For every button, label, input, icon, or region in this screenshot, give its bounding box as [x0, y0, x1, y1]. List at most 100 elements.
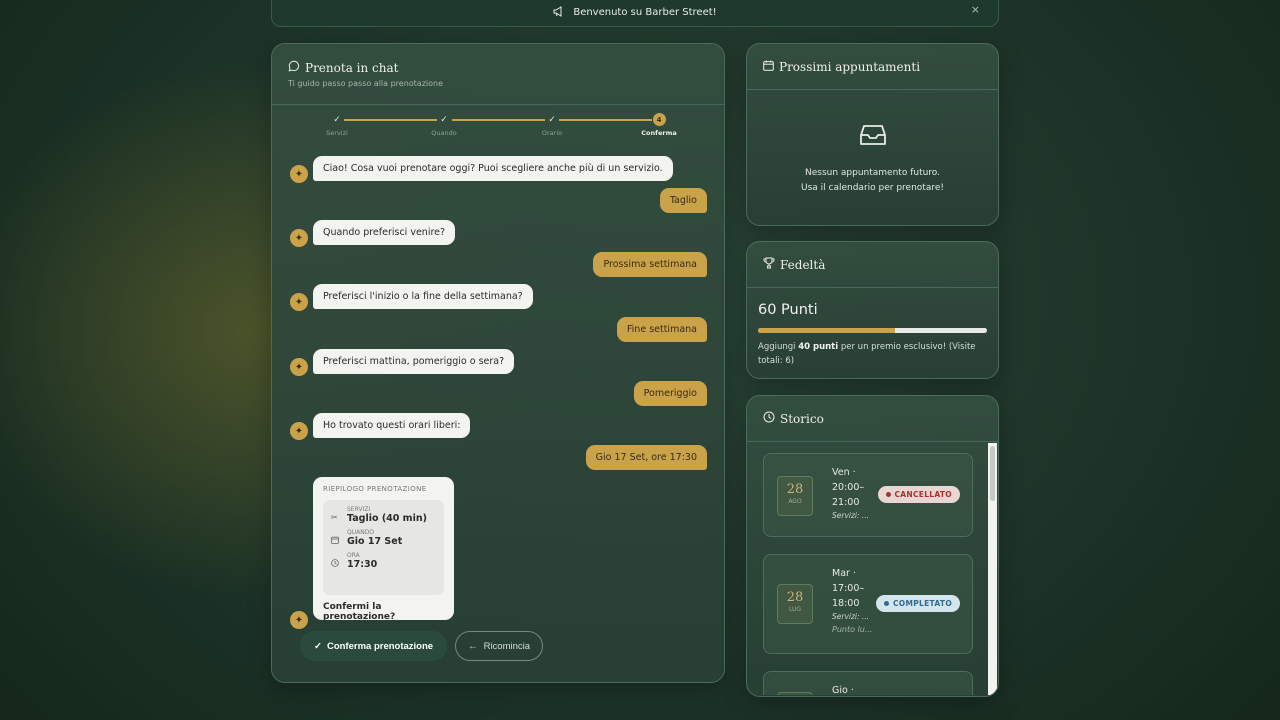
history-services: Servizi: ... — [832, 511, 870, 520]
loyalty-text-part: Aggiungi — [758, 342, 799, 352]
history-panel: Storico 28 AGO Ven · 20:00– 21:00 Serviz… — [746, 395, 999, 697]
restart-button[interactable]: ← Ricomincia — [455, 631, 544, 661]
scissors-icon: ✂ — [331, 513, 338, 522]
assistant-sparkle-icon: ✦ — [290, 229, 308, 247]
empty-line: Usa il calendario per prenotare! — [801, 183, 944, 193]
calendar-icon — [763, 60, 774, 74]
history-item[interactable]: Gio · — [763, 671, 973, 695]
arrow-left-icon: ← — [468, 640, 478, 652]
scrollbar-thumb[interactable] — [990, 446, 995, 501]
restart-label: Ricomincia — [483, 640, 531, 652]
loyalty-title: Fedeltà — [780, 257, 826, 272]
bot-bubble: Preferisci l'inizio o la fine della sett… — [313, 284, 533, 309]
chat-actions: ✓ Conferma prenotazione ← Ricomincia — [300, 631, 544, 661]
empty-line: Nessun appuntamento futuro. — [804, 168, 941, 178]
history-list[interactable]: 28 AGO Ven · 20:00– 21:00 Servizi: ... C… — [747, 443, 998, 695]
banner-text: Benvenuto su Barber Street! — [573, 7, 717, 18]
step-quando: ✓ Quando — [414, 113, 474, 138]
chat-title: Prenota in chat — [305, 60, 399, 75]
summary-value: Gio 17 Set — [347, 536, 403, 547]
history-item[interactable]: 28 LUG Mar · 17:00– 18:00 Servizi: ... P… — [763, 554, 973, 654]
user-bubble: Taglio — [659, 188, 707, 213]
history-points: Punto lu... — [832, 625, 873, 634]
summary-details: ✂ SERVIZI Taglio (40 min) QUANDO Gio 17 … — [323, 500, 444, 595]
check-icon: ✓ — [314, 640, 322, 652]
summary-label: QUANDO — [347, 529, 375, 536]
summary-value: 17:30 — [347, 559, 378, 570]
date-badge: 28 LUG — [777, 584, 813, 624]
confirm-question: Confermi la prenotazione? — [323, 602, 396, 622]
user-bubble: Pomeriggio — [633, 381, 707, 406]
summary-label: ORA — [347, 552, 360, 559]
loyalty-header: Fedeltà — [747, 242, 998, 288]
history-item[interactable]: 28 AGO Ven · 20:00– 21:00 Servizi: ... C… — [763, 453, 973, 537]
step-label: Orario — [541, 129, 563, 137]
bot-bubble: Preferisci mattina, pomeriggio o sera? — [313, 349, 515, 374]
assistant-sparkle-icon: ✦ — [290, 611, 308, 629]
history-services: Servizi: ... — [832, 612, 870, 621]
bot-bubble: Quando preferisci venire? — [313, 220, 456, 245]
appointments-header: Prossimi appuntamenti — [747, 44, 998, 90]
step-servizi: ✓ Servizi — [307, 113, 367, 138]
clock-icon — [763, 411, 775, 426]
summary-label: SERVIZI — [347, 506, 371, 513]
bot-bubble: Ho trovato questi orari liberi: — [313, 413, 471, 438]
history-scrollbar[interactable] — [988, 443, 997, 695]
chat-booking-panel: Prenota in chat Ti guido passo passo all… — [271, 43, 725, 683]
assistant-sparkle-icon: ✦ — [290, 422, 308, 440]
date-month: AGO — [788, 498, 802, 505]
step-label: Servizi — [326, 129, 348, 137]
summary-services: ✂ SERVIZI Taglio (40 min) — [331, 506, 436, 524]
booking-summary-card: RIEPILOGO PRENOTAZIONE ✂ SERVIZI Taglio … — [313, 477, 454, 622]
chat-subtitle: Ti guido passo passo alla prenotazione — [288, 79, 444, 88]
upcoming-appointments-panel: Prossimi appuntamenti Nessun appuntament… — [746, 43, 999, 226]
history-end: 21:00 — [832, 497, 860, 508]
history-weekday: Mar · — [832, 568, 856, 579]
history-end: 18:00 — [832, 598, 860, 609]
welcome-banner: Benvenuto su Barber Street! × — [271, 0, 999, 27]
inbox-icon — [747, 124, 998, 152]
user-bubble: Gio 17 Set, ore 17:30 — [585, 445, 707, 470]
clock-icon — [331, 559, 340, 570]
bot-bubble: Ciao! Cosa vuoi prenotare oggi? Puoi sce… — [313, 156, 673, 181]
date-day: 28 — [786, 482, 804, 497]
empty-state: Nessun appuntamento futuro. Usa il calen… — [747, 90, 998, 196]
loyalty-panel: Fedeltà 60 Punti Aggiungi 40 punti per u… — [746, 241, 999, 379]
status-dot-icon — [885, 492, 891, 497]
user-bubble: Prossima settimana — [593, 252, 707, 277]
history-header: Storico — [747, 396, 998, 442]
loyalty-points-needed: 40 punti — [798, 342, 839, 352]
history-weekday: Ven · — [832, 467, 856, 478]
status-badge: COMPLETATO — [876, 595, 960, 612]
status-dot-icon — [884, 601, 889, 606]
check-icon: ✓ — [440, 114, 448, 125]
history-start: 17:00– — [832, 583, 865, 594]
megaphone-icon — [553, 5, 565, 20]
history-info: Mar · 17:00– 18:00 Servizi: ... Punto lu… — [832, 566, 872, 637]
trophy-icon — [763, 257, 775, 272]
date-badge — [777, 692, 813, 695]
user-bubble: Fine settimana — [616, 317, 707, 342]
assistant-sparkle-icon: ✦ — [290, 293, 308, 311]
step-number: 4 — [652, 113, 666, 126]
step-label: Conferma — [641, 129, 677, 137]
points-value: 60 Punti — [758, 302, 818, 318]
close-icon[interactable]: × — [971, 3, 980, 16]
date-day: 28 — [786, 590, 804, 605]
date-badge: 28 AGO — [777, 476, 813, 516]
summary-time: ORA 17:30 — [331, 552, 436, 570]
history-info: Gio · — [832, 683, 854, 695]
loyalty-text: Aggiungi 40 punti per un premio esclusiv… — [747, 333, 998, 368]
step-conferma: 4 Conferma — [629, 113, 689, 137]
history-info: Ven · 20:00– 21:00 Servizi: ... — [832, 465, 869, 521]
chat-header: Prenota in chat Ti guido passo passo all… — [272, 44, 724, 105]
summary-value: Taglio (40 min) — [347, 513, 427, 524]
calendar-icon — [331, 536, 340, 547]
date-month: LUG — [788, 606, 802, 613]
status-label: COMPLETATO — [893, 599, 952, 608]
booking-stepper: ✓ Servizi ✓ Quando ✓ Orario 4 Conferma — [272, 113, 726, 143]
step-label: Quando — [431, 129, 457, 137]
confirm-booking-button[interactable]: ✓ Conferma prenotazione — [300, 631, 448, 661]
summary-heading: RIEPILOGO PRENOTAZIONE — [323, 485, 427, 493]
appointments-title: Prossimi appuntamenti — [779, 59, 921, 74]
